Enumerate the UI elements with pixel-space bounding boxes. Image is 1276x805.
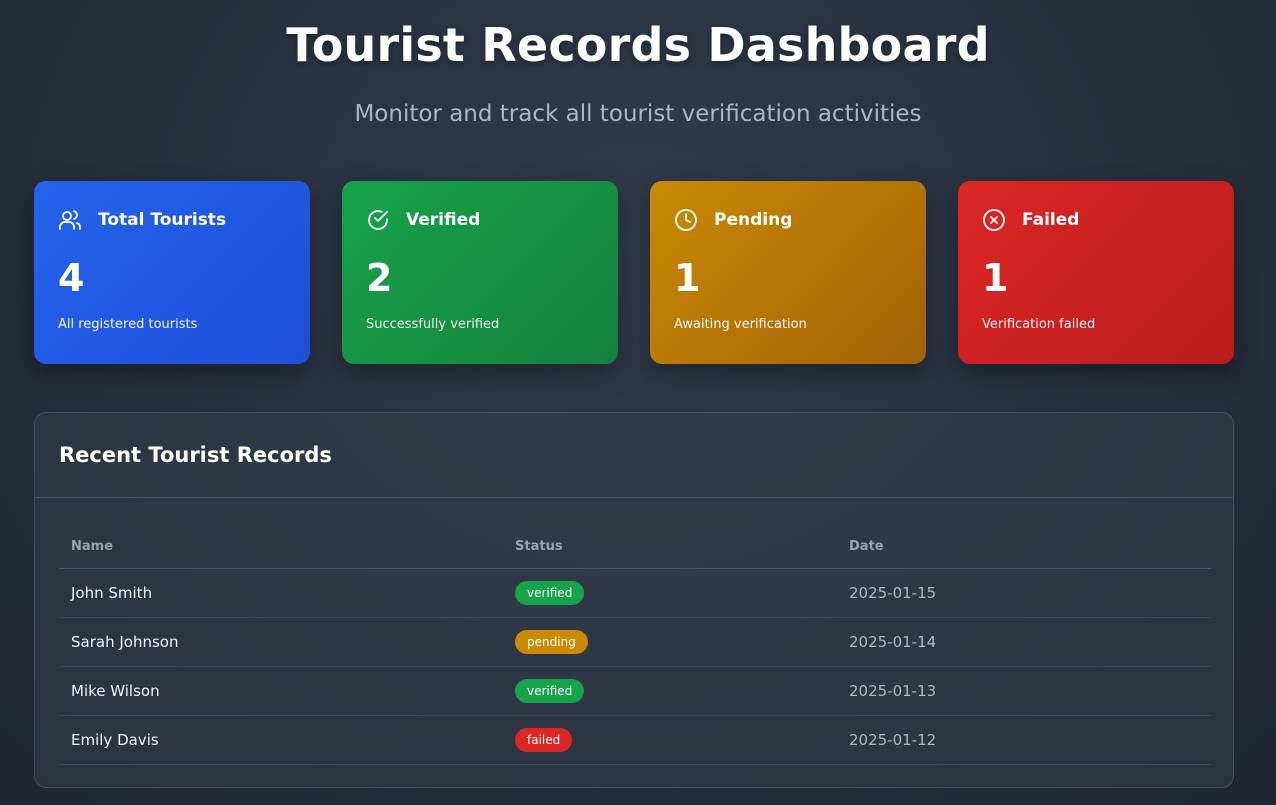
stat-card-verified: Verified 2 Successfully verified (342, 181, 618, 364)
stats-cards: Total Tourists 4 All registered tourists… (34, 181, 1234, 364)
check-circle-icon (366, 208, 390, 232)
cell-status: verified (515, 581, 585, 605)
stat-label: Verified (406, 210, 481, 230)
records-header: Recent Tourist Records (35, 413, 1233, 498)
records-table: Name Status Date John Smith verified 202… (59, 530, 1211, 765)
records-title: Recent Tourist Records (59, 443, 332, 467)
stat-card-header: Total Tourists (58, 207, 310, 233)
column-header-status: Status (515, 539, 563, 554)
cell-name: Emily Davis (71, 731, 159, 749)
stat-description: Verification failed (982, 317, 1096, 332)
cell-name: Mike Wilson (71, 682, 160, 700)
cell-name: John Smith (71, 584, 153, 602)
stat-description: All registered tourists (58, 317, 198, 332)
stat-card-header: Verified (366, 207, 618, 233)
cell-status: pending (515, 630, 588, 654)
users-icon (58, 208, 82, 232)
stat-value: 4 (58, 256, 85, 300)
column-header-name: Name (71, 539, 114, 554)
cell-status: verified (515, 679, 585, 703)
stat-label: Total Tourists (98, 210, 227, 230)
stat-description: Successfully verified (366, 317, 500, 332)
status-badge: failed (515, 728, 573, 752)
column-header-date: Date (849, 539, 884, 554)
x-circle-icon (982, 208, 1006, 232)
stat-label: Failed (1022, 210, 1080, 230)
table-row[interactable]: Mike Wilson verified 2025-01-13 (59, 667, 1211, 716)
cell-status: failed (515, 728, 573, 752)
stat-value: 2 (366, 256, 393, 300)
status-badge: pending (515, 630, 588, 654)
page-title: Tourist Records Dashboard (286, 18, 990, 72)
table-row[interactable]: Sarah Johnson pending 2025-01-14 (59, 618, 1211, 667)
stat-value: 1 (674, 256, 701, 300)
stat-card-header: Pending (674, 207, 926, 233)
stat-card-total-tourists: Total Tourists 4 All registered tourists (34, 181, 310, 364)
cell-date: 2025-01-15 (849, 584, 937, 602)
cell-date: 2025-01-14 (849, 633, 937, 651)
table-row[interactable]: John Smith verified 2025-01-15 (59, 569, 1211, 618)
stat-card-header: Failed (982, 207, 1234, 233)
clock-icon (674, 208, 698, 232)
status-badge: verified (515, 581, 585, 605)
page-subtitle: Monitor and track all tourist verificati… (354, 101, 922, 127)
stat-card-failed: Failed 1 Verification failed (958, 181, 1234, 364)
stat-label: Pending (714, 210, 793, 230)
status-badge: verified (515, 679, 585, 703)
cell-date: 2025-01-12 (849, 731, 937, 749)
cell-name: Sarah Johnson (71, 633, 179, 651)
stat-value: 1 (982, 256, 1009, 300)
table-header-row: Name Status Date (59, 530, 1211, 569)
stat-card-pending: Pending 1 Awaiting verification (650, 181, 926, 364)
cell-date: 2025-01-13 (849, 682, 937, 700)
stat-description: Awaiting verification (674, 317, 807, 332)
table-row[interactable]: Emily Davis failed 2025-01-12 (59, 716, 1211, 765)
recent-records-panel: Recent Tourist Records Name Status Date … (34, 412, 1234, 788)
